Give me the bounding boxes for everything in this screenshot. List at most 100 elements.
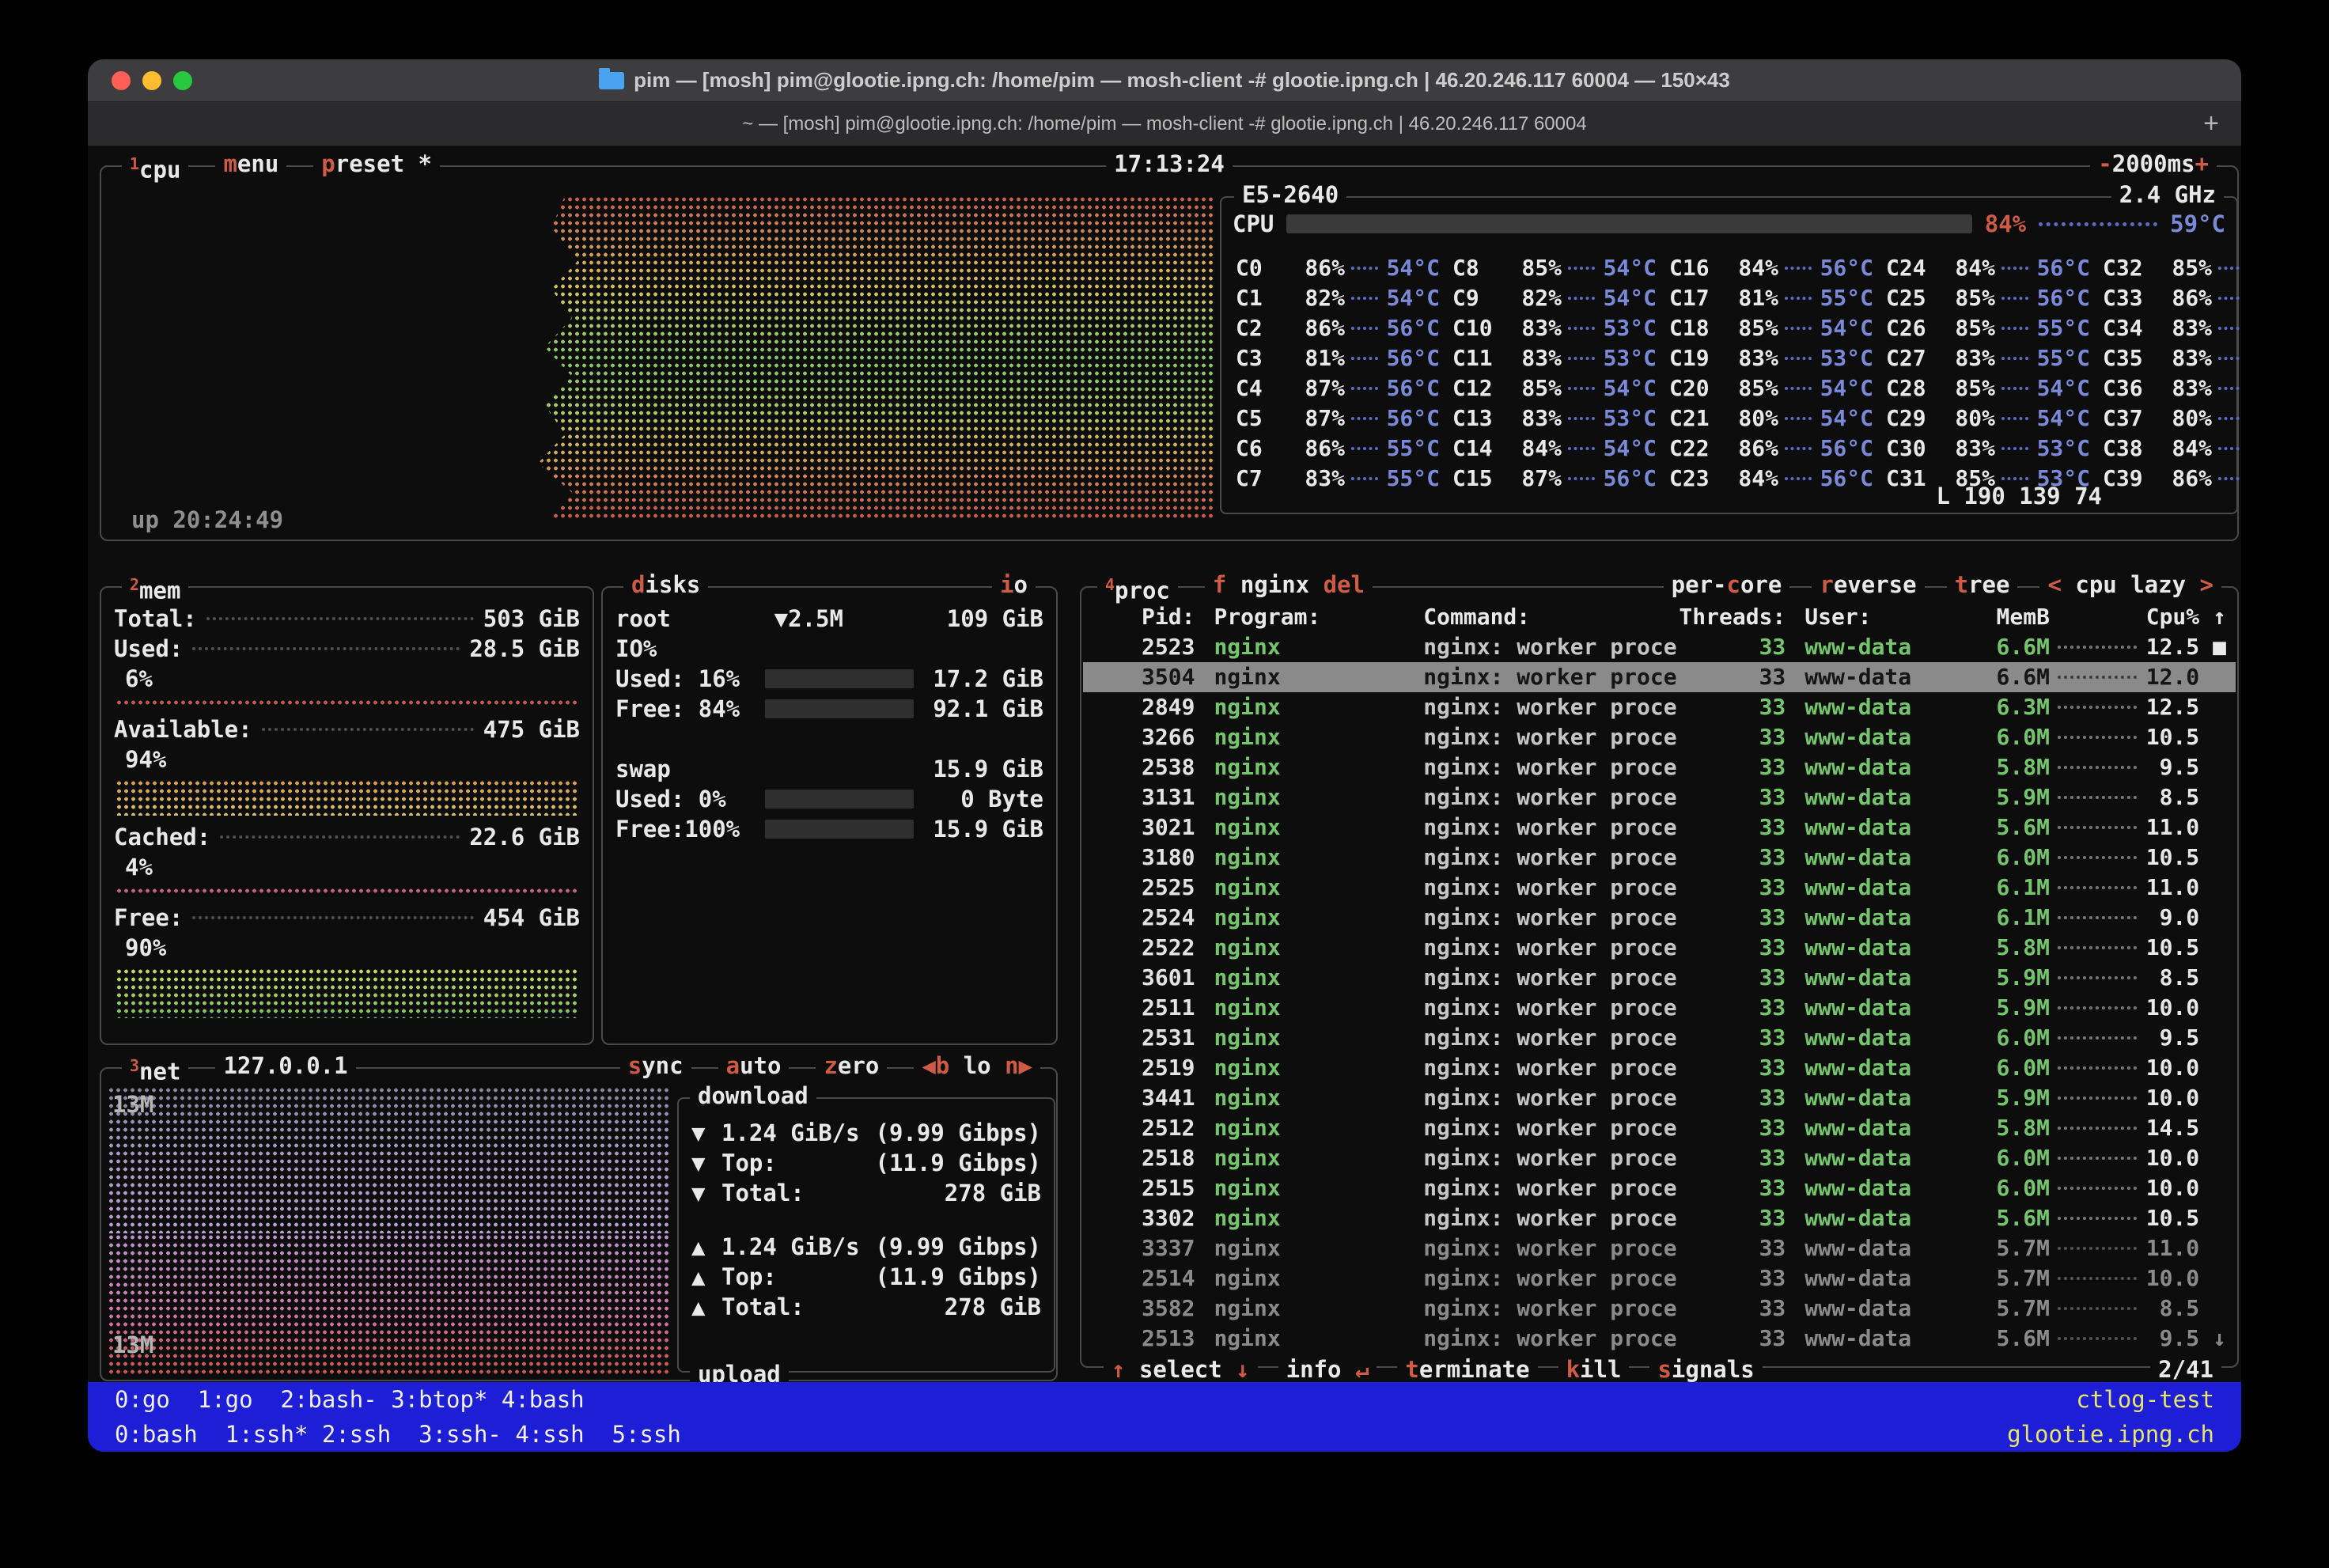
update-interval: -2000ms+ <box>2090 149 2217 179</box>
cpu-core: C2180%54°C <box>1663 403 1880 434</box>
net-zero-button[interactable]: zero <box>816 1051 887 1081</box>
net-box-label[interactable]: 3net <box>122 1051 188 1087</box>
process-row[interactable]: 3021nginxnginx: worker proce33www-data5.… <box>1083 812 2236 843</box>
cpu-temp-graph <box>2039 222 2157 226</box>
cpu-total-label: CPU <box>1233 209 1274 239</box>
io-mode-button[interactable]: io <box>992 570 1036 600</box>
titlebar[interactable]: pim — [mosh] pim@glootie.ipng.ch: /home/… <box>88 59 2241 102</box>
tree-toggle[interactable]: tree <box>1947 570 2018 600</box>
process-row[interactable]: 2849nginxnginx: worker proce33www-data6.… <box>1083 692 2236 722</box>
process-row[interactable]: 2513nginxnginx: worker proce33www-data5.… <box>1083 1324 2236 1354</box>
cpu-core: C1781%55°C <box>1663 283 1880 313</box>
download-arrow-icon: ▼ <box>691 1178 721 1208</box>
swap-free-meter <box>765 820 914 839</box>
mem-total-row: Total:503 GiB <box>114 604 580 634</box>
filter-clear-button[interactable]: del <box>1324 571 1365 598</box>
process-row[interactable]: 2511nginxnginx: worker proce33www-data5.… <box>1083 993 2236 1023</box>
menu-button[interactable]: menu <box>215 149 286 185</box>
process-row[interactable]: 2512nginxnginx: worker proce33www-data5.… <box>1083 1113 2236 1143</box>
net-sync-button[interactable]: sync <box>620 1051 691 1081</box>
kill-control[interactable]: kill <box>1558 1354 1630 1384</box>
process-row[interactable]: 3441nginxnginx: worker proce33www-data5.… <box>1083 1083 2236 1113</box>
interval-value: 2000ms <box>2112 150 2195 177</box>
process-row[interactable]: 2518nginxnginx: worker proce33www-data6.… <box>1083 1143 2236 1173</box>
cpu-core: C3683%53°C <box>2096 373 2241 403</box>
interval-increase-button[interactable]: + <box>2195 150 2209 177</box>
process-row[interactable]: 3302nginxnginx: worker proce33www-data5.… <box>1083 1203 2236 1233</box>
process-row[interactable]: 3180nginxnginx: worker proce33www-data6.… <box>1083 843 2236 873</box>
proc-box-label[interactable]: 4proc <box>1097 570 1178 606</box>
process-cpu-graph <box>2058 826 2137 829</box>
process-row[interactable]: 3266nginxnginx: worker proce33www-data6.… <box>1083 722 2236 752</box>
sort-selector[interactable]: < cpu lazy > <box>2039 570 2221 600</box>
mem-available-graph <box>116 779 578 816</box>
signals-control[interactable]: signals <box>1649 1354 1762 1384</box>
disks-box-label[interactable]: disks <box>623 570 708 600</box>
net-ip-address: 127.0.0.1 <box>215 1051 355 1087</box>
sort-next-button[interactable]: > <box>2200 571 2213 598</box>
download-title: download <box>690 1081 816 1111</box>
cpu-core: C686%55°C <box>1229 434 1446 464</box>
zoom-button[interactable] <box>173 71 192 90</box>
upload-top-row: ▲Top:(11.9 Gibps) <box>679 1262 1054 1292</box>
disks-panel: disks io root▼2.5M109 GiB IO% Used: 16%1… <box>601 586 1058 1045</box>
process-row[interactable]: 2515nginxnginx: worker proce33www-data6.… <box>1083 1173 2236 1203</box>
process-row[interactable]: 2538nginxnginx: worker proce33www-data5.… <box>1083 752 2236 782</box>
process-row[interactable]: 3337nginxnginx: worker proce33www-data5.… <box>1083 1233 2236 1263</box>
process-list: 2523nginxnginx: worker proce33www-data6.… <box>1083 632 2236 1354</box>
mem-box-label[interactable]: 2mem <box>122 570 188 606</box>
process-row[interactable]: 3582nginxnginx: worker proce33www-data5.… <box>1083 1293 2236 1324</box>
cpu-core: C1885%54°C <box>1663 313 1880 343</box>
cpu-usage-graph <box>538 195 1215 518</box>
disk-root-row: root▼2.5M109 GiB <box>615 604 1043 634</box>
cpu-box-label[interactable]: 1cpu <box>122 149 188 185</box>
terminal-window: pim — [mosh] pim@glootie.ipng.ch: /home/… <box>88 59 2241 1452</box>
process-filter[interactable]: f nginx del <box>1205 570 1373 606</box>
minimize-button[interactable] <box>142 71 161 90</box>
net-auto-button[interactable]: auto <box>718 1051 790 1081</box>
screen-window-list[interactable]: 0:bash 1:ssh* 2:ssh 3:ssh- 4:ssh 5:ssh <box>115 1421 681 1448</box>
mem-available-percent: 94% <box>114 744 580 775</box>
filter-key[interactable]: f <box>1213 571 1226 598</box>
filter-text: nginx <box>1226 571 1323 598</box>
process-row[interactable]: 2514nginxnginx: worker proce33www-data5.… <box>1083 1263 2236 1293</box>
info-control[interactable]: info ↵ <box>1278 1354 1377 1384</box>
process-row[interactable]: 2519nginxnginx: worker proce33www-data6.… <box>1083 1053 2236 1083</box>
sort-prev-button[interactable]: < <box>2047 571 2061 598</box>
disks-stats: root▼2.5M109 GiB IO% Used: 16%17.2 GiB F… <box>603 588 1056 844</box>
tmux-session-name: ctlog-test <box>2076 1386 2214 1413</box>
tmux-window-list[interactable]: 0:go 1:go 2:bash- 3:btop* 4:bash <box>115 1386 585 1413</box>
select-control[interactable]: ↑ select ↓ <box>1104 1354 1258 1384</box>
cpu-core: C3483%54°C <box>2096 313 2241 343</box>
terminate-control[interactable]: terminate <box>1397 1354 1537 1384</box>
new-tab-button[interactable]: + <box>2203 108 2219 139</box>
process-row[interactable]: 2522nginxnginx: worker proce33www-data5.… <box>1083 933 2236 963</box>
reverse-toggle[interactable]: reverse <box>1812 570 1924 600</box>
process-row[interactable]: 2523nginxnginx: worker proce33www-data6.… <box>1083 632 2236 662</box>
prev-interface-button[interactable]: ◀b <box>922 1052 949 1079</box>
disk-free-meter <box>765 699 914 718</box>
process-row[interactable]: 3601nginxnginx: worker proce33www-data5.… <box>1083 963 2236 993</box>
next-interface-button[interactable]: n▶ <box>1005 1052 1032 1079</box>
process-row[interactable]: 3131nginxnginx: worker proce33www-data5.… <box>1083 782 2236 812</box>
cpu-core: C286%56°C <box>1229 313 1446 343</box>
cpu-core: C2085%54°C <box>1663 373 1880 403</box>
net-interface-switcher[interactable]: ◀b lo n▶ <box>914 1051 1040 1081</box>
scroll-down-icon[interactable]: ↓ <box>2199 1324 2226 1354</box>
process-row[interactable]: 2525nginxnginx: worker proce33www-data6.… <box>1083 873 2236 903</box>
process-row[interactable]: 3504nginxnginx: worker proce33www-data6.… <box>1083 662 2236 692</box>
preset-button[interactable]: preset * <box>313 149 440 185</box>
interval-decrease-button[interactable]: - <box>2098 150 2111 177</box>
disk-root-io: ▼2.5M <box>774 604 843 634</box>
per-core-toggle[interactable]: per-core <box>1664 570 1790 600</box>
tab-title: ~ — [mosh] pim@glootie.ipng.ch: /home/pi… <box>742 113 1586 135</box>
process-cpu-graph <box>2058 1277 2137 1280</box>
scrollbar-thumb[interactable]: ■ <box>2199 632 2226 662</box>
cpu-core: C1285%54°C <box>1446 373 1663 403</box>
process-row[interactable]: 2531nginxnginx: worker proce33www-data6.… <box>1083 1023 2236 1053</box>
process-cpu-graph <box>2058 736 2137 739</box>
mem-free-graph <box>116 968 578 1018</box>
close-button[interactable] <box>112 71 131 90</box>
tab-bar: ~ — [mosh] pim@glootie.ipng.ch: /home/pi… <box>88 102 2241 146</box>
process-row[interactable]: 2524nginxnginx: worker proce33www-data6.… <box>1083 903 2236 933</box>
